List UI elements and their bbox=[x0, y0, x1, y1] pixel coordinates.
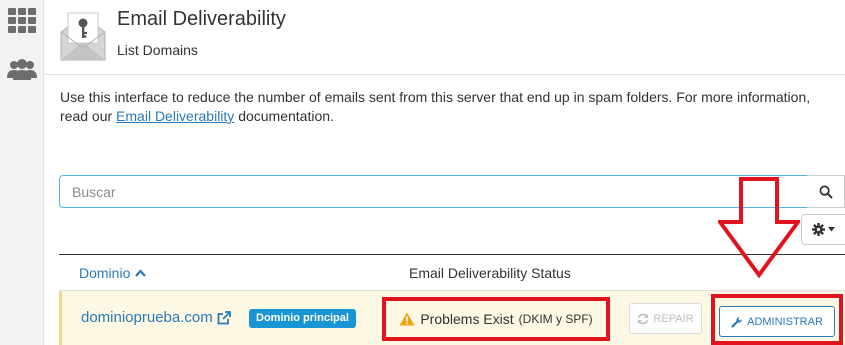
search-button[interactable] bbox=[807, 175, 845, 208]
deliverability-status: Problems Exist (DKIM y SPF) bbox=[382, 297, 610, 341]
domain-name: dominioprueba.com bbox=[81, 309, 213, 326]
repair-label: REPAIR bbox=[653, 312, 694, 325]
sidebar bbox=[0, 0, 44, 345]
manage-button[interactable]: ADMINISTRAR bbox=[719, 306, 835, 337]
table-header: Dominio Email Deliverability Status bbox=[59, 254, 845, 291]
search-icon bbox=[819, 185, 833, 199]
manage-highlight: ADMINISTRAR bbox=[711, 294, 843, 345]
column-header-domain[interactable]: Dominio bbox=[79, 265, 147, 281]
repair-button[interactable]: REPAIR bbox=[629, 303, 702, 334]
status-detail: (DKIM y SPF) bbox=[518, 312, 593, 326]
page-title: Email Deliverability bbox=[117, 8, 286, 30]
apps-grid-icon[interactable] bbox=[6, 6, 38, 34]
external-link-icon bbox=[217, 310, 231, 324]
documentation-link[interactable]: Email Deliverability bbox=[116, 108, 234, 124]
page-header: Email Deliverability List Domains bbox=[44, 0, 845, 75]
search-input[interactable] bbox=[59, 175, 808, 208]
column-header-status: Email Deliverability Status bbox=[409, 265, 571, 281]
page-description: Use this interface to reduce the number … bbox=[60, 88, 830, 126]
table-row: dominioprueba.com Dominio principal Prob… bbox=[59, 291, 845, 345]
caret-down-icon bbox=[828, 227, 835, 232]
column-domain-label: Dominio bbox=[79, 265, 131, 281]
settings-dropdown-button[interactable] bbox=[801, 214, 845, 245]
page-subtitle: List Domains bbox=[117, 42, 198, 58]
refresh-icon bbox=[638, 313, 649, 324]
status-badge: Dominio principal bbox=[249, 309, 356, 328]
manage-label: ADMINISTRAR bbox=[747, 315, 823, 328]
status-text: Problems Exist bbox=[420, 311, 514, 327]
wrench-icon bbox=[731, 316, 743, 328]
gear-icon bbox=[812, 223, 825, 236]
chevron-up-icon bbox=[135, 269, 147, 277]
domain-link[interactable]: dominioprueba.com bbox=[81, 309, 231, 326]
email-key-icon bbox=[58, 10, 108, 64]
warning-icon bbox=[399, 312, 415, 326]
description-text-end: documentation. bbox=[234, 108, 334, 124]
users-icon[interactable] bbox=[6, 56, 38, 84]
